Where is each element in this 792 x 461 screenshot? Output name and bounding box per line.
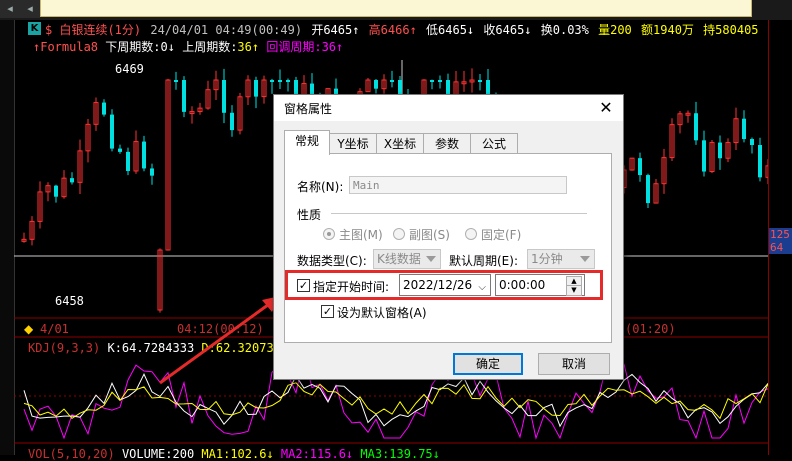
radio-sub-chart[interactable] [393,228,405,240]
tab-x-axis[interactable]: X坐标 [376,133,424,154]
dialog-title: 窗格属性 [284,102,333,116]
name-label: 名称(N): [297,180,344,194]
pane-properties-dialog: 窗格属性 ✕ 常规 Y坐标 X坐标 参数 公式 名称(N): Main 性质 主… [273,94,624,380]
tab-general[interactable]: 常规 [284,130,330,155]
ok-button[interactable]: 确定 [453,353,523,375]
nature-divider [331,213,587,214]
name-field[interactable]: Main [349,176,567,194]
datatype-value: K线数据 [377,252,421,266]
default-pane-checkbox[interactable]: ✓ [321,305,334,318]
close-icon[interactable]: ✕ [596,98,616,118]
radio-fixed-label: 固定(F) [481,228,522,242]
chevron-down-icon [426,256,436,262]
nature-label: 性质 [297,208,322,222]
radio-fixed[interactable] [465,228,477,240]
radio-main-chart[interactable] [323,228,335,240]
datatype-label: 数据类型(C): [297,254,367,268]
radio-sub-label: 副图(S) [409,228,450,242]
chevron-down-icon [580,256,590,262]
radio-main-label: 主图(M) [339,228,383,242]
default-pane-label: 设为默认窗格(A) [337,306,427,320]
period-value: 1分钟 [531,252,563,266]
general-panel: 名称(N): Main 性质 主图(M) 副图(S) 固定(F) 数据类型(C)… [284,153,612,343]
cancel-button[interactable]: 取消 [538,353,610,375]
period-label: 默认周期(E): [449,254,518,268]
tab-formula[interactable]: 公式 [470,133,518,154]
start-time-highlight-box [285,270,603,300]
dialog-title-bar[interactable]: 窗格属性 ✕ [274,95,623,121]
tab-params[interactable]: 参数 [423,133,471,154]
tab-y-axis[interactable]: Y坐标 [329,133,377,154]
period-select[interactable]: 1分钟 [527,249,595,269]
datatype-select[interactable]: K线数据 [373,249,441,269]
